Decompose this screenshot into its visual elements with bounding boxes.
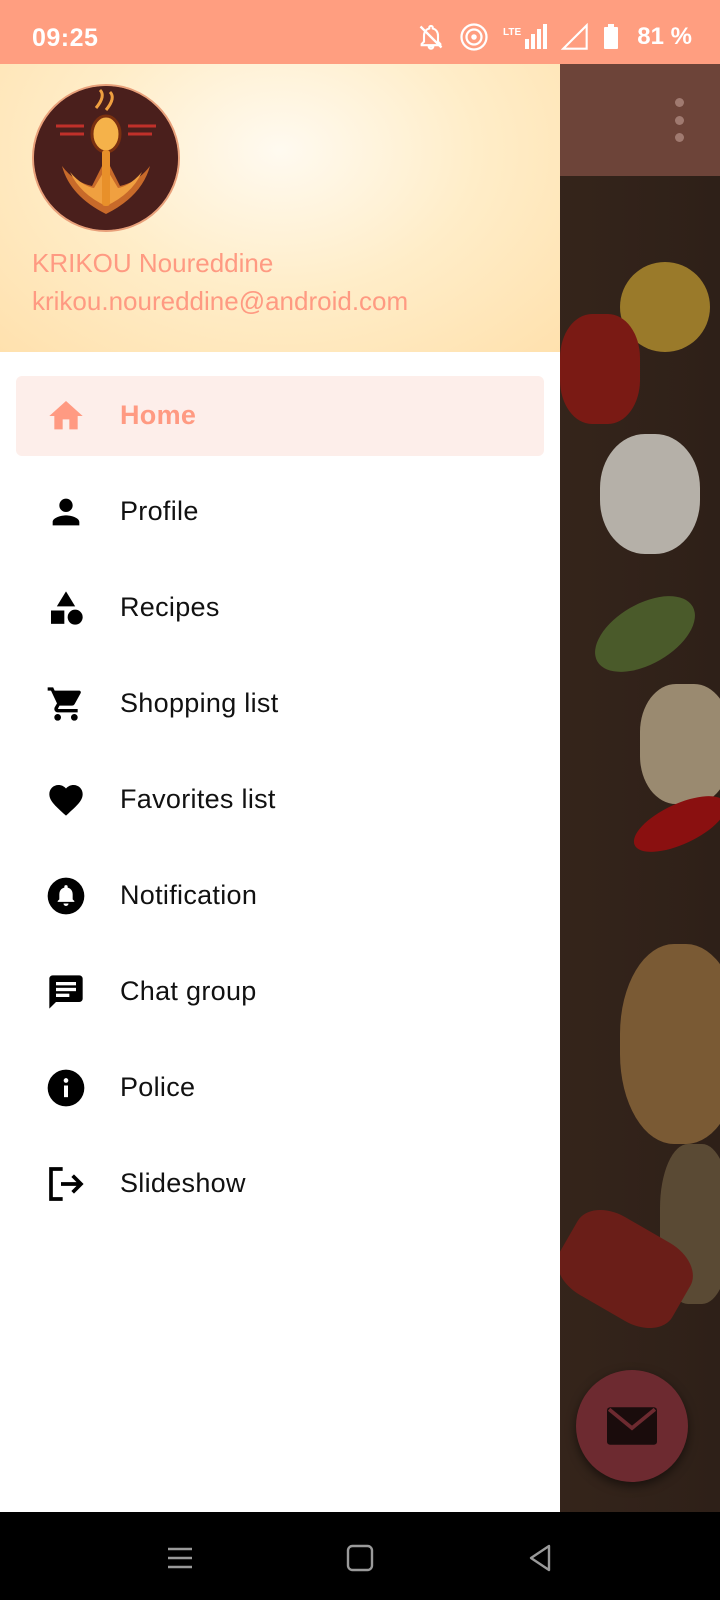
menu-item-notification[interactable]: Notification <box>16 856 544 936</box>
heart-icon <box>49 785 83 816</box>
chat-icon <box>49 975 83 1009</box>
status-time: 09:25 <box>32 24 99 52</box>
status-icons: LTE 81 % <box>417 20 692 54</box>
back-triangle-icon[interactable] <box>522 1540 558 1576</box>
spice-image <box>620 944 720 1144</box>
home-square-icon[interactable] <box>342 1540 378 1576</box>
drawer-header: KRIKOU Noureddine krikou.noureddine@andr… <box>0 64 560 352</box>
system-nav-bar <box>0 1512 720 1600</box>
menu-item-chat-group[interactable]: Chat group <box>16 952 544 1032</box>
menu-lines-icon[interactable] <box>162 1540 198 1576</box>
spice-image <box>600 434 700 554</box>
navigation-drawer: KRIKOU Noureddine krikou.noureddine@andr… <box>0 64 560 1512</box>
menu-label: Notification <box>120 880 258 910</box>
lte-signal-icon: LTE <box>503 24 548 49</box>
chef-logo-icon <box>34 86 178 230</box>
avatar[interactable] <box>32 84 180 232</box>
bell-icon <box>47 877 85 915</box>
battery-icon <box>604 24 619 49</box>
person-icon <box>52 498 80 526</box>
menu-label: Shopping list <box>120 688 279 718</box>
spice-image <box>560 314 640 424</box>
menu-label: Police <box>120 1072 196 1102</box>
signal-icon <box>561 23 589 50</box>
svg-text:LTE: LTE <box>503 27 521 38</box>
status-bar: 09:25 LTE 81 % <box>0 0 720 64</box>
info-icon <box>47 1069 85 1107</box>
menu-label: Home <box>120 400 197 430</box>
spice-image <box>582 580 708 688</box>
menu-label: Favorites list <box>120 784 276 814</box>
cart-icon <box>47 687 81 721</box>
menu-item-shopping-list[interactable]: Shopping list <box>16 664 544 744</box>
email-fab[interactable] <box>576 1370 688 1482</box>
menu-item-profile[interactable]: Profile <box>16 472 544 552</box>
menu-label: Slideshow <box>120 1168 246 1198</box>
user-name: KRIKOU Noureddine <box>32 248 274 278</box>
hotspot-icon <box>460 23 488 51</box>
mail-icon <box>607 1407 657 1445</box>
bell-off-icon <box>419 24 443 50</box>
overflow-menu-icon[interactable] <box>672 98 686 142</box>
logout-icon <box>49 1167 84 1201</box>
spice-image <box>640 684 720 804</box>
menu-item-slideshow[interactable]: Slideshow <box>16 1144 544 1224</box>
menu-item-home[interactable]: Home <box>16 376 544 456</box>
menu-label: Recipes <box>120 592 220 622</box>
drawer-menu: Home Profile Recipes Shopping list Favor… <box>0 376 560 1240</box>
menu-label: Chat group <box>120 976 257 1006</box>
menu-item-favorites[interactable]: Favorites list <box>16 760 544 840</box>
category-icon <box>51 591 83 625</box>
menu-item-police[interactable]: Police <box>16 1048 544 1128</box>
menu-label: Profile <box>120 496 199 526</box>
user-email: krikou.noureddine@android.com <box>32 286 409 316</box>
battery-percent: 81 % <box>637 23 692 50</box>
home-icon <box>49 401 83 430</box>
menu-item-recipes[interactable]: Recipes <box>16 568 544 648</box>
